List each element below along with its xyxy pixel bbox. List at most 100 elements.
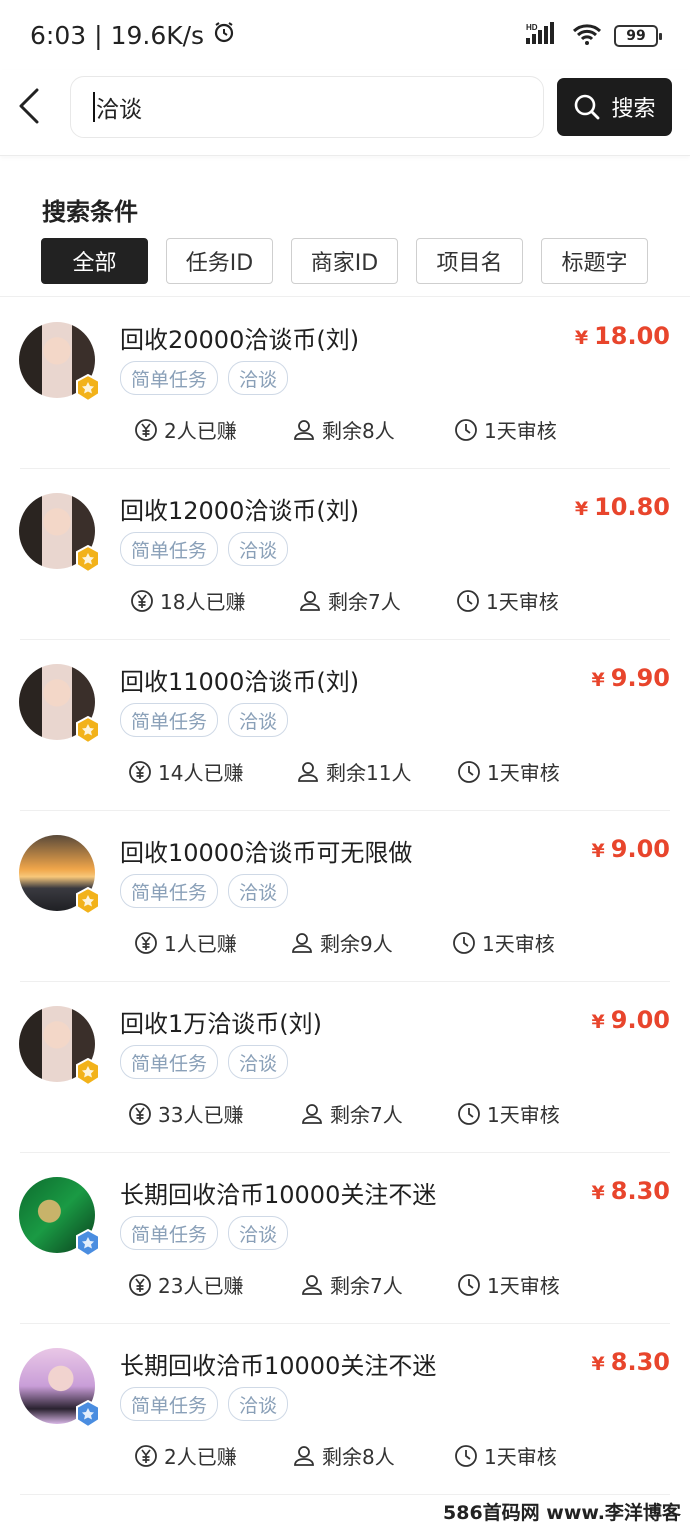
watermark-text: 586首码网 www.李洋博客 (443, 1502, 681, 1524)
task-tags: 简单任务 洽谈 (120, 1216, 289, 1250)
task-item[interactable]: 回收11000洽谈币(刘) ¥9.90 简单任务 洽谈 14人已赚 剩余11人 … (0, 640, 690, 811)
filter-chip-task-id[interactable]: 任务ID (166, 238, 273, 284)
price-amount: 10.80 (594, 493, 670, 521)
tag-category: 洽谈 (228, 1387, 289, 1421)
earned-count: 1人已赚 (134, 928, 237, 957)
user-icon (300, 590, 320, 611)
tag-category: 洽谈 (228, 1216, 289, 1250)
review-time: 1天审核 (457, 1270, 560, 1299)
row-divider (20, 1494, 670, 1495)
task-title: 回收20000洽谈币(刘) (120, 326, 360, 354)
avatar (19, 493, 100, 573)
wifi-icon (572, 22, 602, 50)
status-time: 6:03 (30, 20, 87, 50)
tag-category: 洽谈 (228, 1045, 289, 1079)
task-title: 回收11000洽谈币(刘) (120, 668, 360, 696)
remaining-count: 剩余7人 (300, 1099, 403, 1128)
currency-symbol: ¥ (574, 498, 589, 520)
search-icon (575, 94, 600, 120)
back-button[interactable] (12, 86, 46, 126)
status-left: 6:03 | 19.6K/s (30, 20, 236, 50)
tag-type: 简单任务 (120, 1045, 219, 1079)
remaining-count: 剩余8人 (292, 415, 395, 444)
task-price: ¥9.00 (592, 1006, 670, 1034)
task-item[interactable]: 回收1万洽谈币(刘) ¥9.00 简单任务 洽谈 33人已赚 剩余7人 1天审核 (0, 982, 690, 1153)
currency-symbol: ¥ (591, 840, 605, 862)
level-badge-icon (76, 374, 100, 402)
filter-chip-merchant-id[interactable]: 商家ID (291, 238, 398, 284)
alarm-icon (212, 20, 236, 50)
yen-coin-icon (129, 1102, 151, 1125)
filter-chip-title-keyword[interactable]: 标题字 (541, 238, 648, 284)
task-meta: 14人已赚 剩余11人 1天审核 (129, 757, 664, 787)
filter-chip-all[interactable]: 全部 (41, 238, 148, 284)
status-separator: | (94, 20, 103, 50)
task-title: 回收10000洽谈币可无限做 (120, 839, 413, 867)
yen-coin-icon (129, 760, 151, 783)
tag-type: 简单任务 (120, 532, 219, 566)
tag-category: 洽谈 (228, 532, 289, 566)
earned-count: 23人已赚 (128, 1270, 243, 1299)
clock-icon (458, 1273, 480, 1296)
review-time: 1天审核 (452, 928, 555, 957)
task-price: ¥8.30 (592, 1177, 670, 1205)
price-amount: 9.00 (610, 835, 670, 863)
review-time: 1天审核 (454, 1441, 557, 1470)
yen-coin-icon (135, 931, 157, 954)
task-price: ¥18.00 (575, 322, 670, 350)
task-title: 回收1万洽谈币(刘) (120, 1010, 322, 1038)
tag-type: 简单任务 (120, 1216, 219, 1250)
user-icon (294, 1445, 314, 1466)
task-price: ¥9.90 (592, 664, 670, 692)
avatar (19, 1006, 100, 1086)
avatar (19, 664, 100, 744)
task-meta: 2人已赚 剩余8人 1天审核 (134, 1441, 664, 1471)
task-item[interactable]: 回收10000洽谈币可无限做 ¥9.00 简单任务 洽谈 1人已赚 剩余9人 1… (0, 811, 690, 982)
clock-icon (458, 1102, 480, 1125)
divider (0, 296, 690, 297)
task-item[interactable]: 回收12000洽谈币(刘) ¥10.80 简单任务 洽谈 18人已赚 剩余7人 … (0, 469, 690, 640)
clock-icon (455, 418, 477, 441)
currency-symbol: ¥ (591, 669, 605, 691)
task-item[interactable]: 长期回收洽币10000关注不迷 ¥8.30 简单任务 洽谈 23人已赚 剩余7人… (0, 1153, 690, 1324)
remaining-count: 剩余8人 (292, 1441, 395, 1470)
user-icon (294, 419, 314, 440)
task-title: 长期回收洽币10000关注不迷 (120, 1352, 437, 1380)
filter-chip-project-name[interactable]: 项目名 (416, 238, 523, 284)
task-title: 长期回收洽币10000关注不迷 (120, 1181, 437, 1209)
price-amount: 9.00 (610, 1006, 670, 1034)
task-item[interactable]: 长期回收洽币10000关注不迷 ¥8.30 简单任务 洽谈 2人已赚 剩余8人 … (0, 1324, 690, 1495)
yen-coin-icon (135, 418, 157, 441)
price-amount: 8.30 (610, 1177, 670, 1205)
user-icon (302, 1274, 322, 1295)
search-input[interactable]: 洽谈 (70, 76, 544, 138)
search-button[interactable]: 搜索 (557, 78, 672, 136)
clock-icon (458, 760, 480, 783)
status-bar: 6:03 | 19.6K/s HD 99 (0, 0, 690, 70)
user-icon (292, 932, 312, 953)
task-tags: 简单任务 洽谈 (120, 532, 289, 566)
task-tags: 简单任务 洽谈 (120, 703, 289, 737)
level-badge-icon (76, 887, 100, 915)
remaining-count: 剩余11人 (296, 757, 411, 786)
task-tags: 简单任务 洽谈 (120, 1387, 289, 1421)
task-list: 回收20000洽谈币(刘) ¥18.00 简单任务 洽谈 2人已赚 剩余8人 1… (0, 298, 690, 1495)
level-badge-icon (76, 1229, 100, 1257)
task-meta: 2人已赚 剩余8人 1天审核 (134, 415, 664, 445)
earned-count: 2人已赚 (134, 415, 237, 444)
watermark: 586首码网 www.李洋博客 (443, 1498, 681, 1525)
tag-category: 洽谈 (228, 874, 289, 908)
filter-title: 搜索条件 (42, 198, 138, 226)
user-icon (302, 1103, 322, 1124)
tag-category: 洽谈 (228, 703, 289, 737)
price-amount: 8.30 (610, 1348, 670, 1376)
level-badge-icon (76, 716, 100, 744)
status-speed: 19.6K/s (110, 20, 205, 50)
task-tags: 简单任务 洽谈 (120, 361, 289, 395)
review-time: 1天审核 (457, 757, 560, 786)
remaining-count: 剩余7人 (298, 586, 401, 615)
earned-count: 33人已赚 (128, 1099, 243, 1128)
task-tags: 简单任务 洽谈 (120, 1045, 289, 1079)
yen-coin-icon (135, 1444, 157, 1467)
task-item[interactable]: 回收20000洽谈币(刘) ¥18.00 简单任务 洽谈 2人已赚 剩余8人 1… (0, 298, 690, 469)
